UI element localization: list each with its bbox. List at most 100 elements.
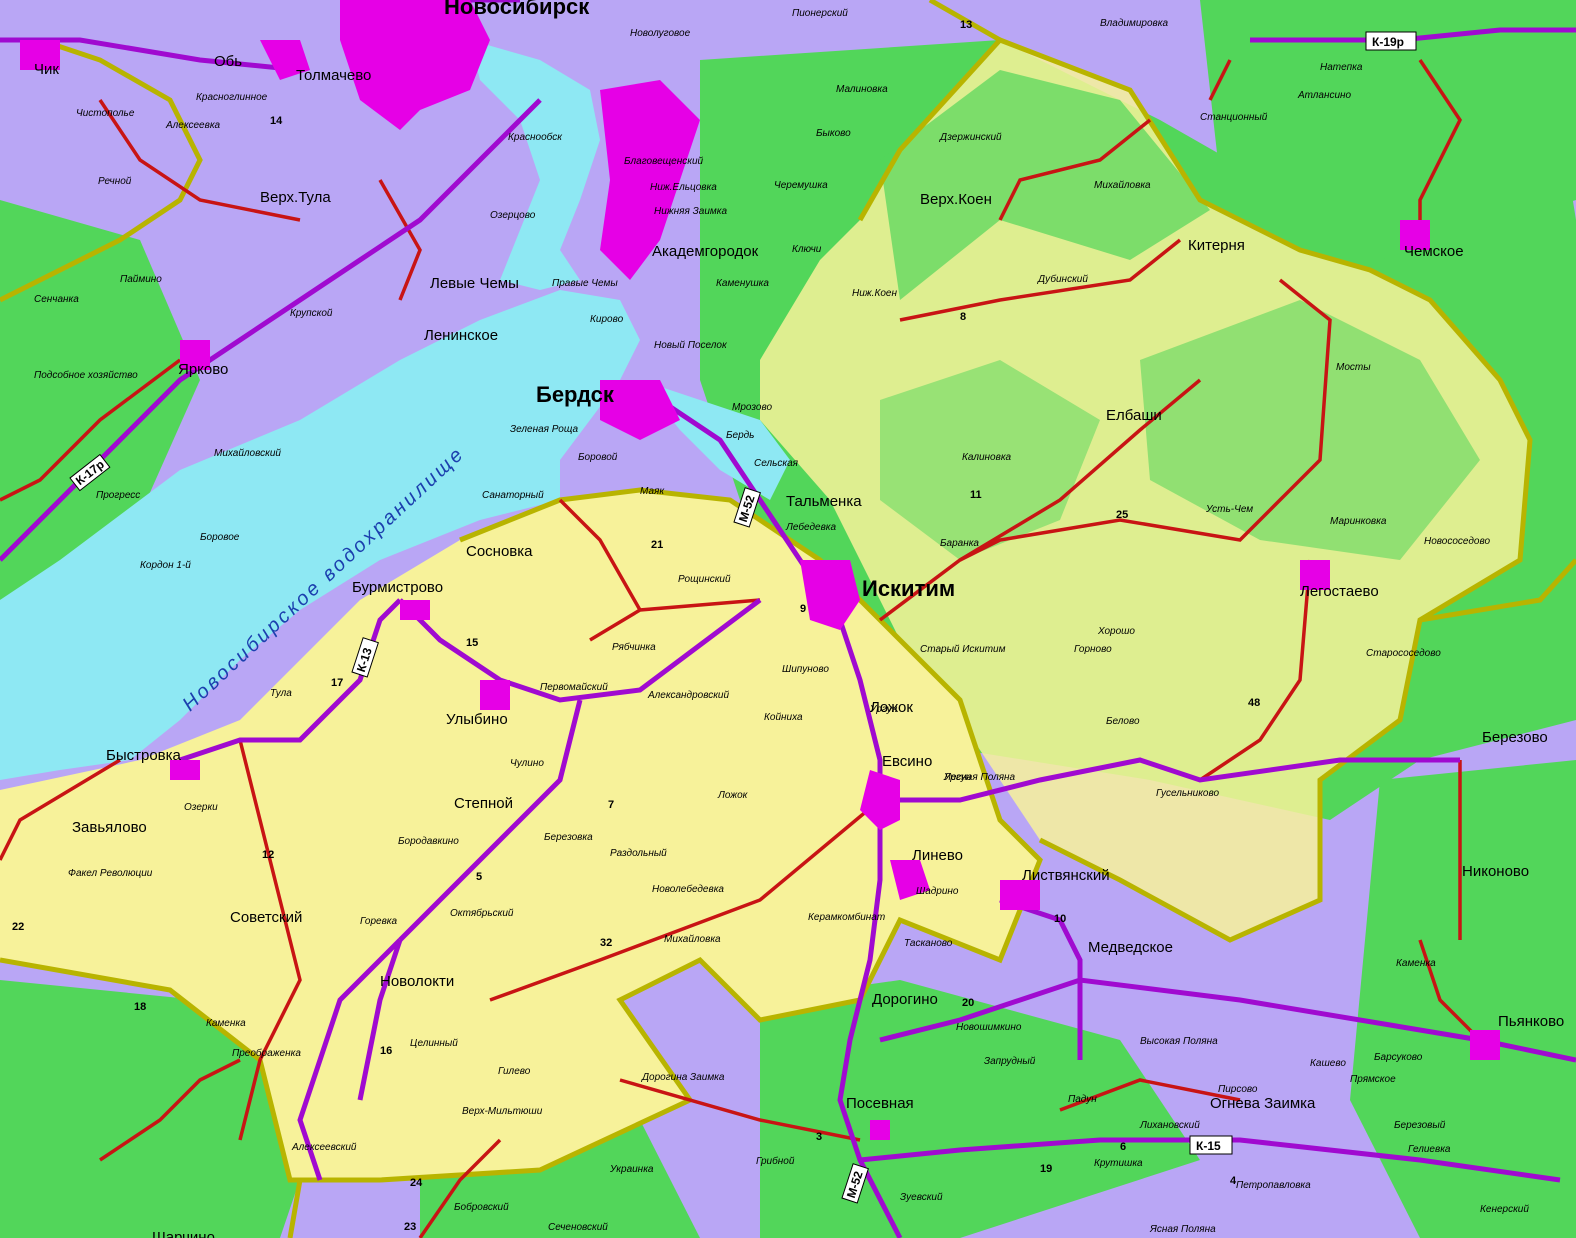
city-label: Верх.Тула (260, 189, 331, 206)
svg-text:Ложок: Ложок (717, 790, 749, 801)
svg-text:Михайловка: Михайловка (664, 934, 721, 945)
svg-text:Тула: Тула (270, 688, 292, 699)
svg-text:Боровой: Боровой (578, 452, 618, 463)
svg-text:48: 48 (1248, 697, 1260, 709)
svg-text:Сеченовский: Сеченовский (548, 1222, 608, 1233)
city-label: Завьялово (72, 819, 147, 836)
svg-text:Шипуново: Шипуново (782, 664, 829, 675)
svg-text:Барсуково: Барсуково (1374, 1052, 1423, 1063)
svg-text:К-19р: К-19р (1372, 35, 1404, 49)
svg-text:Баранка: Баранка (940, 538, 979, 549)
svg-text:Преображенка: Преображенка (232, 1047, 301, 1059)
svg-text:12: 12 (262, 849, 274, 861)
svg-text:Нижняя Заимка: Нижняя Заимка (654, 206, 727, 217)
svg-text:Койниха: Койниха (764, 712, 803, 723)
svg-text:Кенерский: Кенерский (1480, 1204, 1529, 1215)
svg-text:Александровский: Александровский (647, 690, 729, 701)
svg-text:Благовещенский: Благовещенский (624, 156, 704, 167)
svg-text:Старый Искитим: Старый Искитим (920, 644, 1006, 655)
svg-text:Натепка: Натепка (1320, 62, 1363, 73)
svg-text:Рябчинка: Рябчинка (612, 641, 656, 653)
city-label: Легостаево (1300, 583, 1379, 600)
svg-text:13: 13 (960, 19, 972, 31)
svg-text:Раздольный: Раздольный (610, 848, 667, 859)
svg-text:Запрудный: Запрудный (984, 1056, 1036, 1067)
svg-text:Сенчанка: Сенчанка (34, 294, 79, 305)
city-label: Новолокти (380, 973, 454, 990)
svg-text:Малиновка: Малиновка (836, 84, 888, 95)
svg-text:6: 6 (1120, 1141, 1126, 1153)
city-label: Дорогино (872, 991, 938, 1008)
svg-text:Бобровский: Бобровский (454, 1201, 509, 1213)
svg-text:Белово: Белово (1106, 716, 1140, 727)
svg-text:Каменка: Каменка (206, 1018, 246, 1029)
svg-text:Черемушка: Черемушка (774, 180, 828, 191)
svg-text:Сельская: Сельская (754, 458, 799, 469)
svg-text:Высокая Поляна: Высокая Поляна (1140, 1036, 1218, 1047)
city-label: Огнева Заимка (1210, 1095, 1316, 1112)
svg-text:Петропавловка: Петропавловка (1236, 1180, 1311, 1191)
city-label: Степной (454, 795, 513, 812)
svg-text:Атлансино: Атлансино (1297, 90, 1352, 101)
svg-text:Боровое: Боровое (200, 532, 240, 543)
svg-text:Крутишка: Крутишка (1094, 1158, 1143, 1169)
svg-text:24: 24 (410, 1177, 423, 1189)
city-label: Чемское (1404, 243, 1464, 260)
svg-text:10: 10 (1054, 913, 1066, 925)
svg-text:Кордон 1-й: Кордон 1-й (140, 560, 191, 571)
svg-text:Дорогина Заимка: Дорогина Заимка (641, 1072, 725, 1083)
city-label: Новосибирск (444, 0, 590, 19)
city-label: Медведское (1088, 939, 1173, 956)
city-label: Улыбино (446, 711, 508, 728)
svg-text:Алексеевский: Алексеевский (291, 1142, 357, 1153)
svg-text:Ниж.Коен: Ниж.Коен (852, 288, 897, 299)
svg-text:Дзержинский: Дзержинский (939, 132, 1002, 143)
city-label: Академгородок (652, 243, 759, 260)
svg-text:Верх-Мильтюши: Верх-Мильтюши (462, 1106, 543, 1117)
svg-text:Подсобное хозяйство: Подсобное хозяйство (34, 369, 138, 381)
city-label: Линево (912, 847, 963, 864)
city-label: Посевная (846, 1095, 914, 1112)
svg-text:Паймино: Паймино (120, 274, 162, 285)
svg-text:Владимировка: Владимировка (1100, 18, 1168, 29)
svg-text:20: 20 (962, 997, 974, 1009)
svg-text:Каменка: Каменка (1396, 958, 1436, 969)
svg-text:25: 25 (1116, 509, 1128, 521)
svg-text:Мрозово: Мрозово (732, 402, 772, 413)
svg-text:Украинка: Украинка (609, 1164, 654, 1175)
svg-text:Мосты: Мосты (1336, 362, 1371, 373)
svg-text:22: 22 (12, 921, 24, 933)
svg-text:16: 16 (380, 1045, 392, 1057)
svg-text:3: 3 (816, 1131, 822, 1143)
svg-text:18: 18 (134, 1001, 146, 1013)
svg-text:Озерцово: Озерцово (490, 210, 536, 221)
topographic-map[interactable]: Новосибирское водохранилище К-19р К-17р … (0, 0, 1576, 1238)
svg-text:Санаторный: Санаторный (482, 490, 544, 501)
city-label: Верх.Коен (920, 191, 992, 208)
svg-text:21: 21 (651, 539, 663, 551)
city-label: Искитим (862, 576, 955, 601)
svg-text:14: 14 (270, 115, 283, 127)
svg-text:Красноглинное: Красноглинное (196, 92, 268, 103)
svg-text:Краснообск: Краснообск (508, 131, 563, 143)
svg-text:Шадрино: Шадрино (916, 886, 959, 897)
svg-text:Березовый: Березовый (1394, 1120, 1446, 1131)
svg-text:Ургун: Ургун (869, 704, 898, 715)
svg-text:Ключи: Ключи (792, 244, 822, 255)
svg-text:Дубинский: Дубинский (1037, 273, 1088, 285)
city-label: Березово (1482, 729, 1548, 746)
svg-text:Зуевский: Зуевский (900, 1192, 943, 1203)
svg-text:Керамкомбинат: Керамкомбинат (808, 911, 885, 923)
city-label: Бердск (536, 382, 615, 407)
city-label: Шарчино (152, 1229, 215, 1238)
svg-text:Гилево: Гилево (498, 1066, 531, 1077)
svg-text:Речной: Речной (98, 176, 132, 187)
svg-text:17: 17 (331, 677, 343, 689)
svg-text:11: 11 (970, 489, 982, 501)
svg-text:Чулино: Чулино (510, 758, 544, 769)
city-label: Быстровка (106, 747, 182, 764)
city-label: Листвянский (1022, 867, 1110, 884)
svg-text:Прогресс: Прогресс (96, 490, 140, 501)
svg-text:Лесная Поляна: Лесная Поляна (943, 772, 1016, 783)
svg-text:Новолуговое: Новолуговое (630, 28, 691, 39)
